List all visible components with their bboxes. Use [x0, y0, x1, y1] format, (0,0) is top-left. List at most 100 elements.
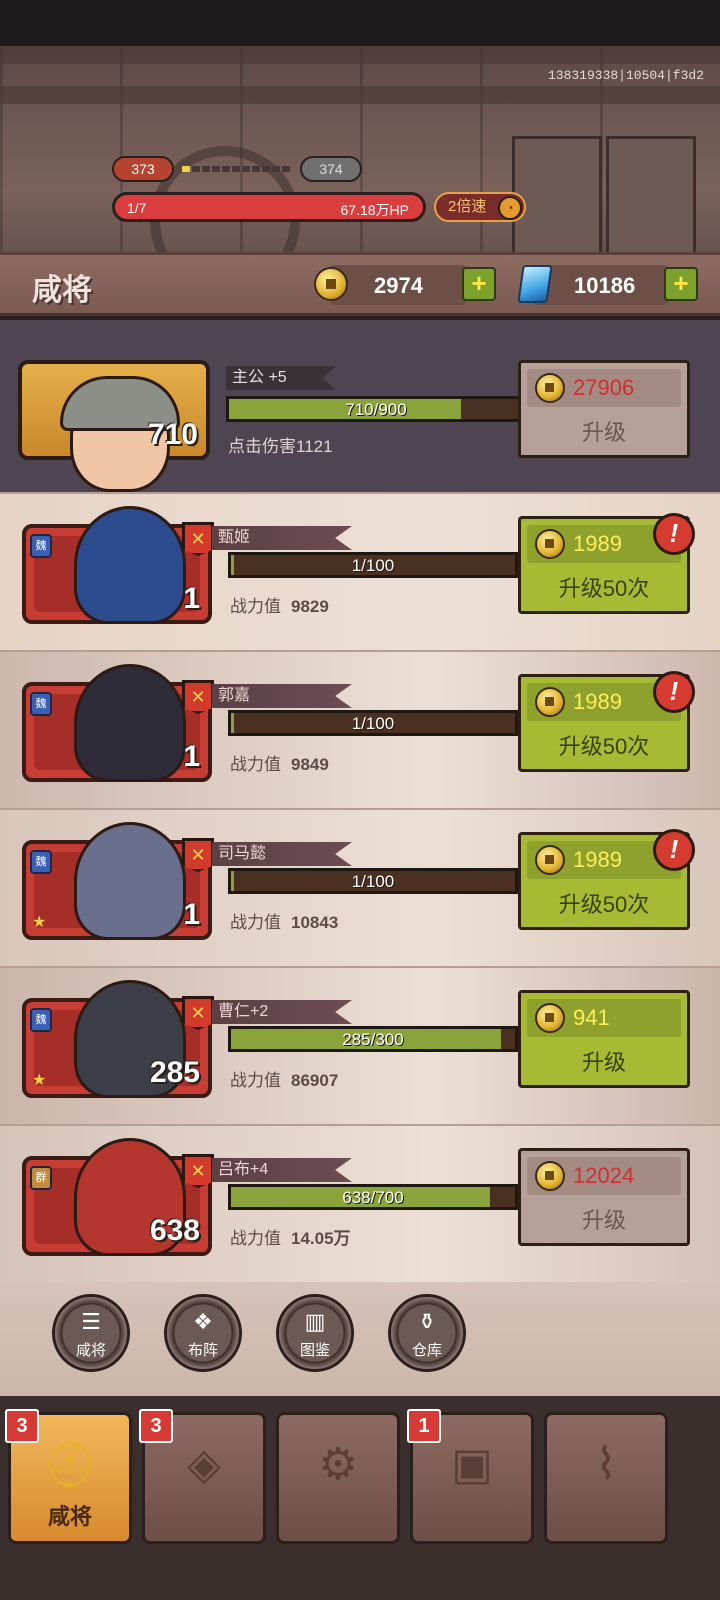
upgrade-cost-box: 27906 [527, 369, 681, 407]
gold-amount: 2974 [374, 273, 423, 298]
lord-click-damage: 点击伤害1121 [228, 437, 333, 456]
hero-upgrade-button[interactable]: 12024 升级 [518, 1148, 690, 1246]
hero-name: 司马懿 [212, 842, 352, 866]
tab-4[interactable]: ⌇ [544, 1412, 668, 1544]
power-label: 战力值 [230, 1071, 281, 1090]
hero-row: 魏 ✕ ★ 1 司马懿 1/100 战力值 10843 1989 升级50次! [0, 808, 720, 966]
quick-button-label: 咸将 [75, 1342, 106, 1359]
star-icon: ★ [32, 1072, 47, 1089]
quick-button-label: 仓库 [411, 1342, 442, 1359]
add-gems-button[interactable]: + [664, 267, 698, 301]
quick-button-3[interactable]: ⚱ 仓库 [388, 1294, 466, 1372]
status-bar [0, 0, 720, 46]
hero-exp-bar: 1/100 [228, 710, 518, 736]
lord-name: 主公 +5 [226, 366, 336, 390]
hero-figure-art [74, 506, 186, 624]
hero-level: 285 [149, 1056, 200, 1089]
upgrade-cost-box: 12024 [527, 1157, 681, 1195]
hero-portrait[interactable]: 魏 ✕ 1 [22, 664, 214, 782]
stage-progress-dot [222, 166, 230, 172]
hero-power: 战力值 10843 [230, 908, 338, 933]
tab-1[interactable]: ◈ 3 [139, 1409, 266, 1544]
notification-badge: 3 [139, 1409, 173, 1443]
upgrade-label: 升级50次 [558, 576, 650, 601]
hero-name: 吕布+4 [212, 1158, 352, 1182]
coin-icon [535, 529, 565, 559]
speed-toggle-button[interactable]: 2倍速 ◔ [434, 192, 526, 222]
hero-portrait[interactable]: 魏 ✕ 1 [22, 506, 214, 624]
quick-button-1[interactable]: ❖ 布阵 [164, 1294, 242, 1372]
gem-icon [517, 265, 553, 303]
quick-button-0[interactable]: ☰ 咸将 [52, 1294, 130, 1372]
game-screen: 138319338|10504|f3d2 373 374 1/7 67.18万H… [0, 0, 720, 1600]
hero-portrait[interactable]: 群 ✕ 638 [22, 1138, 214, 1256]
scene-beam [0, 86, 720, 104]
scene-crate [512, 136, 602, 252]
lord-exp-text: 710/900 [345, 400, 407, 419]
stage-progress-dot [202, 166, 210, 172]
battle-scene: 138319338|10504|f3d2 373 374 1/7 67.18万H… [0, 46, 720, 252]
scene-crate [606, 136, 696, 252]
upgrade-cost-box: 941 [527, 999, 681, 1037]
list-icon: ☰ [81, 1309, 101, 1334]
stage-progress-dot [242, 166, 250, 172]
stage-progress-dot [262, 166, 270, 172]
lord-portrait[interactable]: 710 [18, 360, 210, 492]
hero-power: 战力值 14.05万 [230, 1224, 351, 1249]
exclamation-icon: ! [653, 513, 695, 555]
crossed-swords-icon: ✕ [182, 996, 214, 1030]
hero-upgrade-button[interactable]: 941 升级 [518, 990, 690, 1088]
upgrade-label: 升级 [581, 420, 626, 445]
hero-upgrade-button[interactable]: 1989 升级50次! [518, 671, 695, 772]
add-gold-button[interactable]: + [462, 267, 496, 301]
pot-icon: ⚙ [318, 1440, 358, 1489]
hero-row: 魏 ✕ 1 郭嘉 1/100 战力值 9849 1989 升级50次! [0, 650, 720, 808]
coin-icon [535, 373, 565, 403]
hero-upgrade-button[interactable]: 1989 升级50次! [518, 513, 695, 614]
power-value: 9849 [291, 755, 329, 774]
tab-label: 咸将 [47, 1504, 92, 1529]
power-label: 战力值 [230, 913, 281, 932]
chest-icon: ▣ [451, 1440, 493, 1489]
faction-badge: 魏 [30, 850, 52, 874]
hero-portrait[interactable]: 魏 ✕ ★ 285 [22, 980, 214, 1098]
upgrade-cost: 12024 [573, 1163, 635, 1188]
stage-progress-dot [182, 166, 190, 172]
formation-icon: ❖ [193, 1309, 213, 1334]
tab-3[interactable]: ▣ 1 [407, 1409, 534, 1544]
stage-progress-dot [212, 166, 220, 172]
bag-icon: ⚱ [417, 1309, 437, 1334]
quick-button-label: 图鉴 [299, 1342, 330, 1359]
quick-button-2[interactable]: ▥ 图鉴 [276, 1294, 354, 1372]
hero-name: 甄姬 [212, 526, 352, 550]
hero-level: 638 [149, 1214, 200, 1247]
power-value: 86907 [291, 1071, 339, 1090]
hero-power: 战力值 9829 [230, 592, 329, 617]
hero-power: 战力值 86907 [230, 1066, 338, 1091]
bottom-nav: ⛑ 咸将 3 ◈ 3 ⚙ ▣ 1 ⌇ [0, 1396, 720, 1600]
crossed-swords-icon: ✕ [182, 522, 214, 556]
faction-badge: 魏 [30, 534, 52, 558]
faction-badge: 群 [30, 1166, 52, 1190]
hero-upgrade-button[interactable]: 1989 升级50次! [518, 829, 695, 930]
lord-panel: 710 主公 +5 710/900 点击伤害1121 27906 升级 [0, 320, 720, 492]
lord-upgrade-button[interactable]: 27906 升级 [518, 360, 690, 458]
stage-progress-dot [272, 166, 280, 172]
lord-level: 710 [147, 418, 198, 451]
star-icon: ★ [32, 914, 47, 931]
power-value: 9829 [291, 597, 329, 616]
hero-portrait[interactable]: 魏 ✕ ★ 1 [22, 822, 214, 940]
page-title: 咸将 [32, 274, 92, 307]
speedometer-icon: ◔ [498, 196, 522, 220]
faction-badge: 魏 [30, 1008, 52, 1032]
coin-icon [314, 267, 348, 301]
stage-progress-dot [192, 166, 200, 172]
armor-icon: ◈ [187, 1440, 221, 1489]
power-value: 10843 [291, 913, 339, 932]
tab-0[interactable]: ⛑ 咸将 3 [5, 1409, 132, 1544]
notification-badge: 3 [5, 1409, 39, 1443]
exclamation-icon: ! [653, 829, 695, 871]
tab-2[interactable]: ⚙ [276, 1412, 400, 1544]
hero-exp-text: 1/100 [351, 872, 395, 891]
stage-progress-dot [232, 166, 240, 172]
